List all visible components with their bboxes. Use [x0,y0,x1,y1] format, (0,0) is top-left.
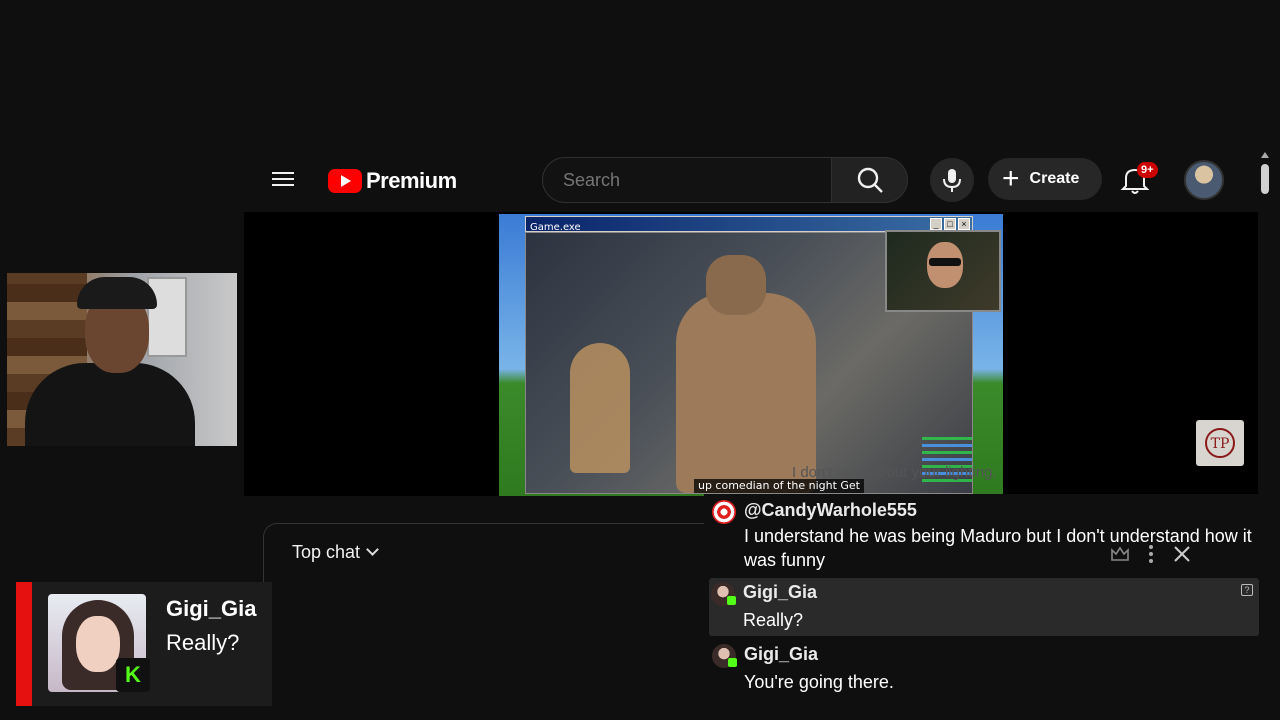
chat-actions [1110,544,1192,564]
search-input[interactable] [543,158,831,202]
top-chat-label: Top chat [292,542,361,562]
search-button[interactable] [832,157,908,203]
streamer-body [25,363,195,446]
notification-badge: 9+ [1137,162,1158,178]
stream-chat-overlay [922,433,972,493]
alert-author: Gigi_Gia [166,596,257,621]
youtube-premium-logo[interactable]: Premium [328,166,457,196]
chat-alert-overlay: K Gigi_Gia Really? [16,582,272,706]
video-player[interactable]: Game.exe _ □ × up comedian of the night … [244,212,1258,496]
top-chat-dropdown[interactable]: Top chat [292,542,379,563]
logo-text: Premium [366,168,457,193]
background-figure [570,343,630,473]
alert-accent-bar [16,582,32,706]
faded-subtitle: I don't care about your lighting. [792,464,997,481]
wall-poster [147,277,187,357]
person-body [676,293,816,493]
chat-author: @CandyWarhole555 [744,500,917,520]
game-window-frame: Game.exe _ □ × up comedian of the night … [499,214,1003,496]
chat-message: Gigi_Gia You're going there. [710,640,1258,700]
chat-message: Gigi_Gia Really? ? [709,578,1259,636]
voice-search-button[interactable] [930,158,974,202]
sunglasses-icon [929,258,961,266]
more-options-icon[interactable] [1148,544,1154,564]
report-flag-icon[interactable]: ? [1241,584,1253,596]
search-box [542,157,832,203]
kick-logo-icon: K [116,658,150,692]
create-label: Create [1029,170,1080,187]
top-blank-area [0,0,1280,150]
plus-icon: + [1002,162,1020,195]
chat-message: @CandyWarhole555 I understand he was bei… [710,496,1258,576]
avatar [712,500,736,524]
youtube-header: Premium + Create 9+ [244,150,1280,212]
minimize-icon: _ [930,218,942,230]
kick-badge-icon [727,596,736,605]
person-head [706,255,766,315]
chat-text: You're going there. [744,672,894,692]
account-avatar[interactable] [1184,160,1224,200]
chat-author: Gigi_Gia [744,644,819,664]
chat-messages-overlay: @CandyWarhole555 I understand he was bei… [704,494,1270,704]
search-icon [857,167,883,193]
streamer-cap [77,277,157,309]
scroll-up-arrow-icon[interactable] [1261,152,1269,158]
kick-badge-icon [728,658,737,667]
chat-text: Really? [743,610,804,630]
close-icon: × [958,218,970,230]
streamer-webcam [7,273,237,446]
scrollbar-thumb[interactable] [1261,164,1269,194]
youtube-play-icon [328,169,362,193]
create-button[interactable]: + Create [988,158,1102,200]
hamburger-menu-icon[interactable] [270,168,300,194]
maximize-icon: □ [944,218,956,230]
crown-icon[interactable] [1110,546,1130,562]
close-icon[interactable] [1172,544,1192,564]
microphone-icon [943,169,961,192]
alert-message: Really? [166,630,240,655]
inset-webcam [885,230,1001,312]
chevron-down-icon [366,543,379,556]
channel-watermark-logo[interactable]: TP [1196,420,1244,466]
chat-author: Gigi_Gia [743,582,818,602]
svg-text:TP: TP [1211,436,1230,452]
video-caption: up comedian of the night Get excited [694,479,864,493]
